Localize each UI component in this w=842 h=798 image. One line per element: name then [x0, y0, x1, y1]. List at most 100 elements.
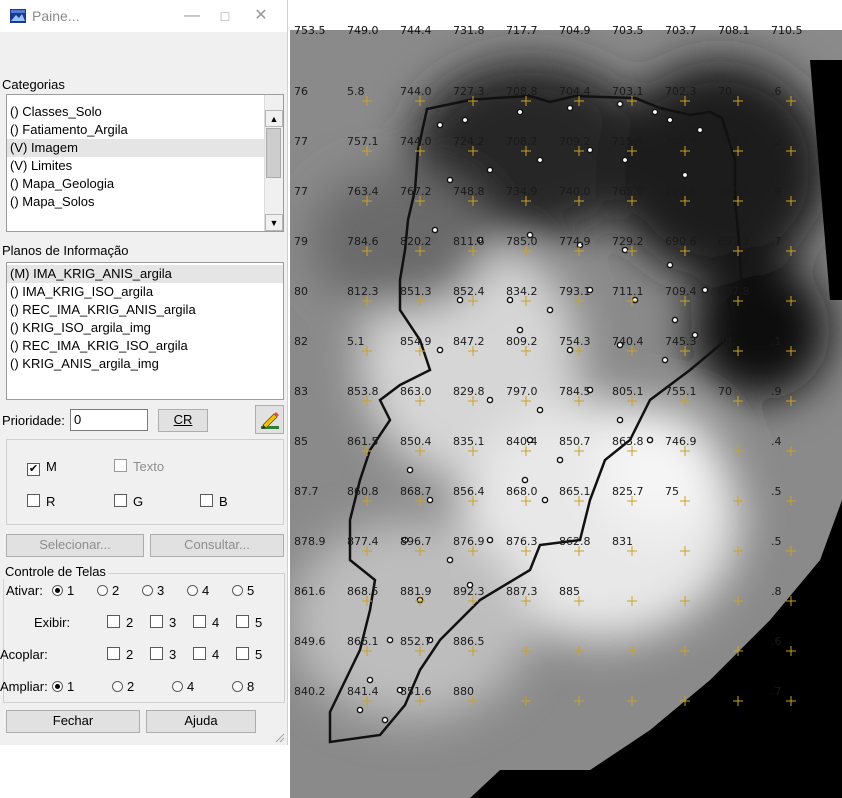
exibir-check-3[interactable]: 3	[150, 615, 176, 630]
acoplar-check-2[interactable]: 2	[107, 647, 133, 662]
prioridade-input[interactable]: 0	[70, 409, 148, 431]
sample-point-icon	[586, 146, 594, 154]
grid-value-label: 744.4	[400, 24, 432, 37]
grid-value-label: 877.4	[347, 535, 379, 548]
texto-label: Texto	[133, 459, 165, 474]
sample-point-icon	[431, 226, 439, 234]
sample-point-icon	[486, 536, 494, 544]
checkmark-icon: ✔	[27, 463, 40, 476]
ativar-option-1[interactable]: 1	[52, 583, 74, 598]
plano-item[interactable]: () IMA_KRIG_ISO_argila	[7, 283, 283, 301]
grid-value-label: 77	[294, 135, 308, 148]
r-checkbox[interactable]: R	[27, 494, 55, 509]
plano-item[interactable]: () REC_IMA_KRIG_ISO_argila	[7, 337, 283, 355]
color-pencil-button[interactable]	[255, 405, 284, 434]
sample-point-icon	[456, 296, 464, 304]
plano-item[interactable]: (M) IMA_KRIG_ANIS_argila	[7, 265, 283, 283]
grid-value-label: 708.2	[506, 135, 538, 148]
grid-value-label: 841.4	[347, 685, 379, 698]
g-label: G	[133, 494, 144, 509]
sample-point-icon	[536, 406, 544, 414]
categorias-list[interactable]: () Classes_Solo () Fatiamento_Argila (V)…	[6, 94, 284, 232]
acoplar-check-5[interactable]: 5	[236, 647, 262, 662]
exibir-check-4[interactable]: 4	[193, 615, 219, 630]
plano-item[interactable]: () KRIG_ANIS_argila_img	[7, 355, 283, 373]
maximize-button[interactable]: □	[214, 5, 236, 27]
sample-point-icon	[696, 126, 704, 134]
sample-point-icon	[461, 116, 469, 124]
ampliar-option-2[interactable]: 2	[112, 679, 134, 694]
sample-point-icon	[556, 456, 564, 464]
selecionar-button[interactable]: Selecionar...	[6, 534, 144, 557]
ativar-option-2[interactable]: 2	[97, 583, 119, 598]
scroll-thumb[interactable]	[266, 128, 281, 178]
grid-value-label: 695.5	[718, 185, 750, 198]
ampliar-option-4[interactable]: 4	[172, 679, 194, 694]
grid-value-label: 850.4	[400, 435, 432, 448]
categoria-item[interactable]: () Mapa_Solos	[7, 193, 265, 211]
grid-value-label: 876.3	[506, 535, 538, 548]
sample-point-icon	[541, 496, 549, 504]
grid-value-label: 77	[294, 185, 308, 198]
grid-value-label: 755.1	[665, 385, 697, 398]
grid-value-label: 805.1	[612, 385, 644, 398]
minimize-button[interactable]: —	[181, 5, 203, 27]
exibir-check-2[interactable]: 2	[107, 615, 133, 630]
ativar-option-4[interactable]: 4	[187, 583, 209, 598]
grid-value-label: .9	[771, 385, 782, 398]
ajuda-button[interactable]: Ajuda	[146, 710, 256, 733]
ativar-option-3[interactable]: 3	[142, 583, 164, 598]
grid-value-label: 75	[665, 485, 679, 498]
scroll-down-icon[interactable]: ▼	[265, 214, 283, 231]
ampliar-option-8[interactable]: 8	[232, 679, 254, 694]
sample-point-icon	[671, 316, 679, 324]
b-label: B	[219, 494, 228, 509]
grid-value-label: 861.5	[347, 435, 379, 448]
plano-item[interactable]: () KRIG_ISO_argila_img	[7, 319, 283, 337]
grid-value-label: 754.3	[559, 335, 591, 348]
grid-value-label: 740.0	[559, 185, 591, 198]
exibir-check-5[interactable]: 5	[236, 615, 262, 630]
grid-value-label: 709.4	[665, 285, 697, 298]
planos-list[interactable]: (M) IMA_KRIG_ANIS_argila () IMA_KRIG_ISO…	[6, 262, 284, 400]
grid-value-label: 868.7	[400, 485, 432, 498]
m-checkbox[interactable]: ✔ M	[27, 459, 57, 476]
sample-point-icon	[681, 171, 689, 179]
title-bar[interactable]: Paine... — □ ✕	[0, 0, 287, 32]
acoplar-check-3[interactable]: 3	[150, 647, 176, 662]
categoria-item[interactable]: () Classes_Solo	[7, 103, 265, 121]
categoria-item[interactable]: () Mapa_Geologia	[7, 175, 265, 193]
sample-point-icon	[536, 156, 544, 164]
categoria-item[interactable]: (V) Limites	[7, 157, 265, 175]
grid-value-label: 715.5	[612, 135, 644, 148]
categoria-item[interactable]: () Fatiamento_Argila	[7, 121, 265, 139]
grid-value-label: 740.4	[612, 335, 644, 348]
grid-value-label: .9	[771, 185, 782, 198]
consultar-button[interactable]: Consultar...	[150, 534, 284, 557]
grid-value-label: .1	[771, 335, 782, 348]
grid-value-label: 868.5	[347, 585, 379, 598]
plano-item[interactable]: () REC_IMA_KRIG_ANIS_argila	[7, 301, 283, 319]
b-checkbox[interactable]: B	[200, 494, 228, 509]
ampliar-option-1[interactable]: 1	[52, 679, 74, 694]
map-canvas[interactable]: 753.5 749.0 744.4 731.8 717.7 704.9 703.5 703.7…	[290, 0, 842, 798]
grid-value-label: .5	[771, 285, 782, 298]
grid-value-label: 87.7	[294, 485, 319, 498]
grid-value-label: 784.5	[559, 385, 591, 398]
g-checkbox[interactable]: G	[114, 494, 143, 509]
grid-value-label: 785.0	[506, 235, 538, 248]
close-button[interactable]: ✕	[250, 5, 272, 27]
scroll-up-icon[interactable]: ▲	[265, 110, 283, 127]
fechar-button[interactable]: Fechar	[6, 710, 140, 733]
grid-value-label: 862.8	[559, 535, 591, 548]
categorias-scrollbar[interactable]: ▲ ▼	[264, 95, 283, 231]
grid-value-label: 5.8	[347, 85, 365, 98]
acoplar-check-4[interactable]: 4	[193, 647, 219, 662]
grid-value-label: 704.4	[559, 85, 591, 98]
resize-grip-icon[interactable]	[273, 731, 285, 743]
categoria-item[interactable]: (V) Imagem	[7, 139, 265, 157]
texto-checkbox[interactable]: Texto	[114, 459, 164, 474]
ativar-option-5[interactable]: 5	[232, 583, 254, 598]
grid-value-label: 886.5	[453, 635, 485, 648]
cr-button[interactable]: CR	[158, 409, 208, 432]
